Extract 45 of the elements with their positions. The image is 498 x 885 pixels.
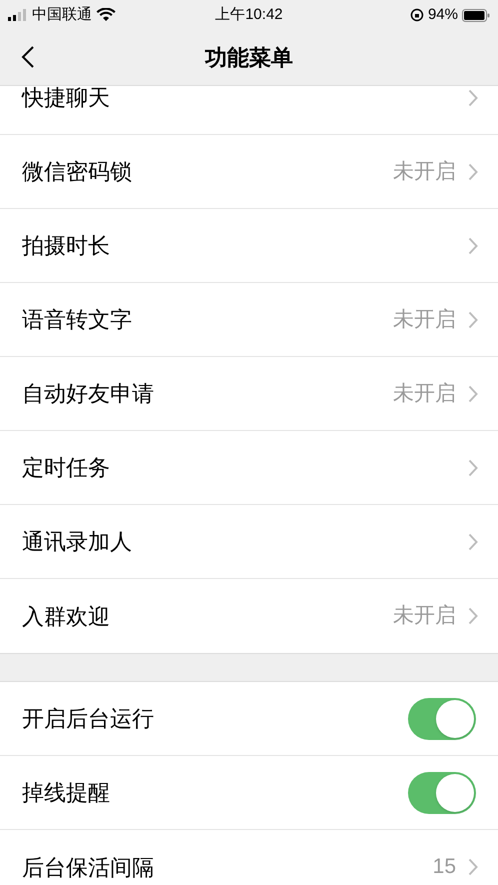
menu-item[interactable]: 微信密码锁 未开启: [0, 135, 498, 209]
menu-label: 自动好友申请: [22, 380, 155, 408]
wifi-icon: [96, 8, 116, 22]
chevron-icon: [468, 162, 478, 180]
chevron-icon: [468, 88, 478, 106]
chevron-icon: [468, 236, 478, 254]
menu-label: 后台保活间隔: [22, 854, 155, 882]
menu-item[interactable]: 后台保活间隔 15: [0, 830, 498, 885]
chevron-icon: [468, 858, 478, 876]
back-icon: [21, 45, 35, 69]
menu-item[interactable]: 定时任务: [0, 431, 498, 505]
menu-label: 快捷聊天: [22, 86, 111, 112]
menu-label: 微信密码锁: [22, 158, 133, 186]
menu-label: 定时任务: [22, 454, 111, 482]
menu-label: 掉线提醒: [22, 779, 111, 807]
chevron-icon: [468, 384, 478, 402]
menu-item[interactable]: 快捷聊天: [0, 86, 498, 135]
status-time: 上午10:42: [215, 6, 283, 23]
menu-value: 未开启: [393, 380, 456, 407]
menu-label: 拍摄时长: [22, 232, 111, 260]
toggle-switch[interactable]: [408, 698, 476, 740]
chevron-icon: [468, 310, 478, 328]
menu-label: 语音转文字: [22, 306, 133, 334]
menu-item[interactable]: 入群欢迎 未开启: [0, 579, 498, 653]
menu-value: 未开启: [393, 158, 456, 185]
menu-item[interactable]: 拍摄时长: [0, 209, 498, 283]
menu-item[interactable]: 语音转文字 未开启: [0, 283, 498, 357]
menu-label: 通讯录加人: [22, 528, 133, 556]
chevron-icon: [468, 607, 478, 625]
carrier-name: 中国联通: [32, 4, 92, 25]
toggle-switch[interactable]: [408, 772, 476, 814]
menu-label: 入群欢迎: [22, 602, 111, 630]
chevron-icon: [468, 532, 478, 550]
menu-value: 未开启: [393, 603, 456, 630]
page-title: 功能菜单: [205, 45, 293, 70]
battery-icon: [462, 8, 490, 22]
rotation-lock-icon: [410, 8, 424, 22]
menu-value: 未开启: [393, 306, 456, 333]
menu-item[interactable]: 通讯录加人: [0, 505, 498, 579]
menu-label: 开启后台运行: [22, 705, 155, 733]
signal-icon: [8, 9, 28, 21]
battery-percent: 94%: [428, 4, 458, 25]
menu-value: 15: [432, 854, 456, 880]
menu-item[interactable]: 自动好友申请 未开启: [0, 357, 498, 431]
chevron-icon: [468, 458, 478, 476]
